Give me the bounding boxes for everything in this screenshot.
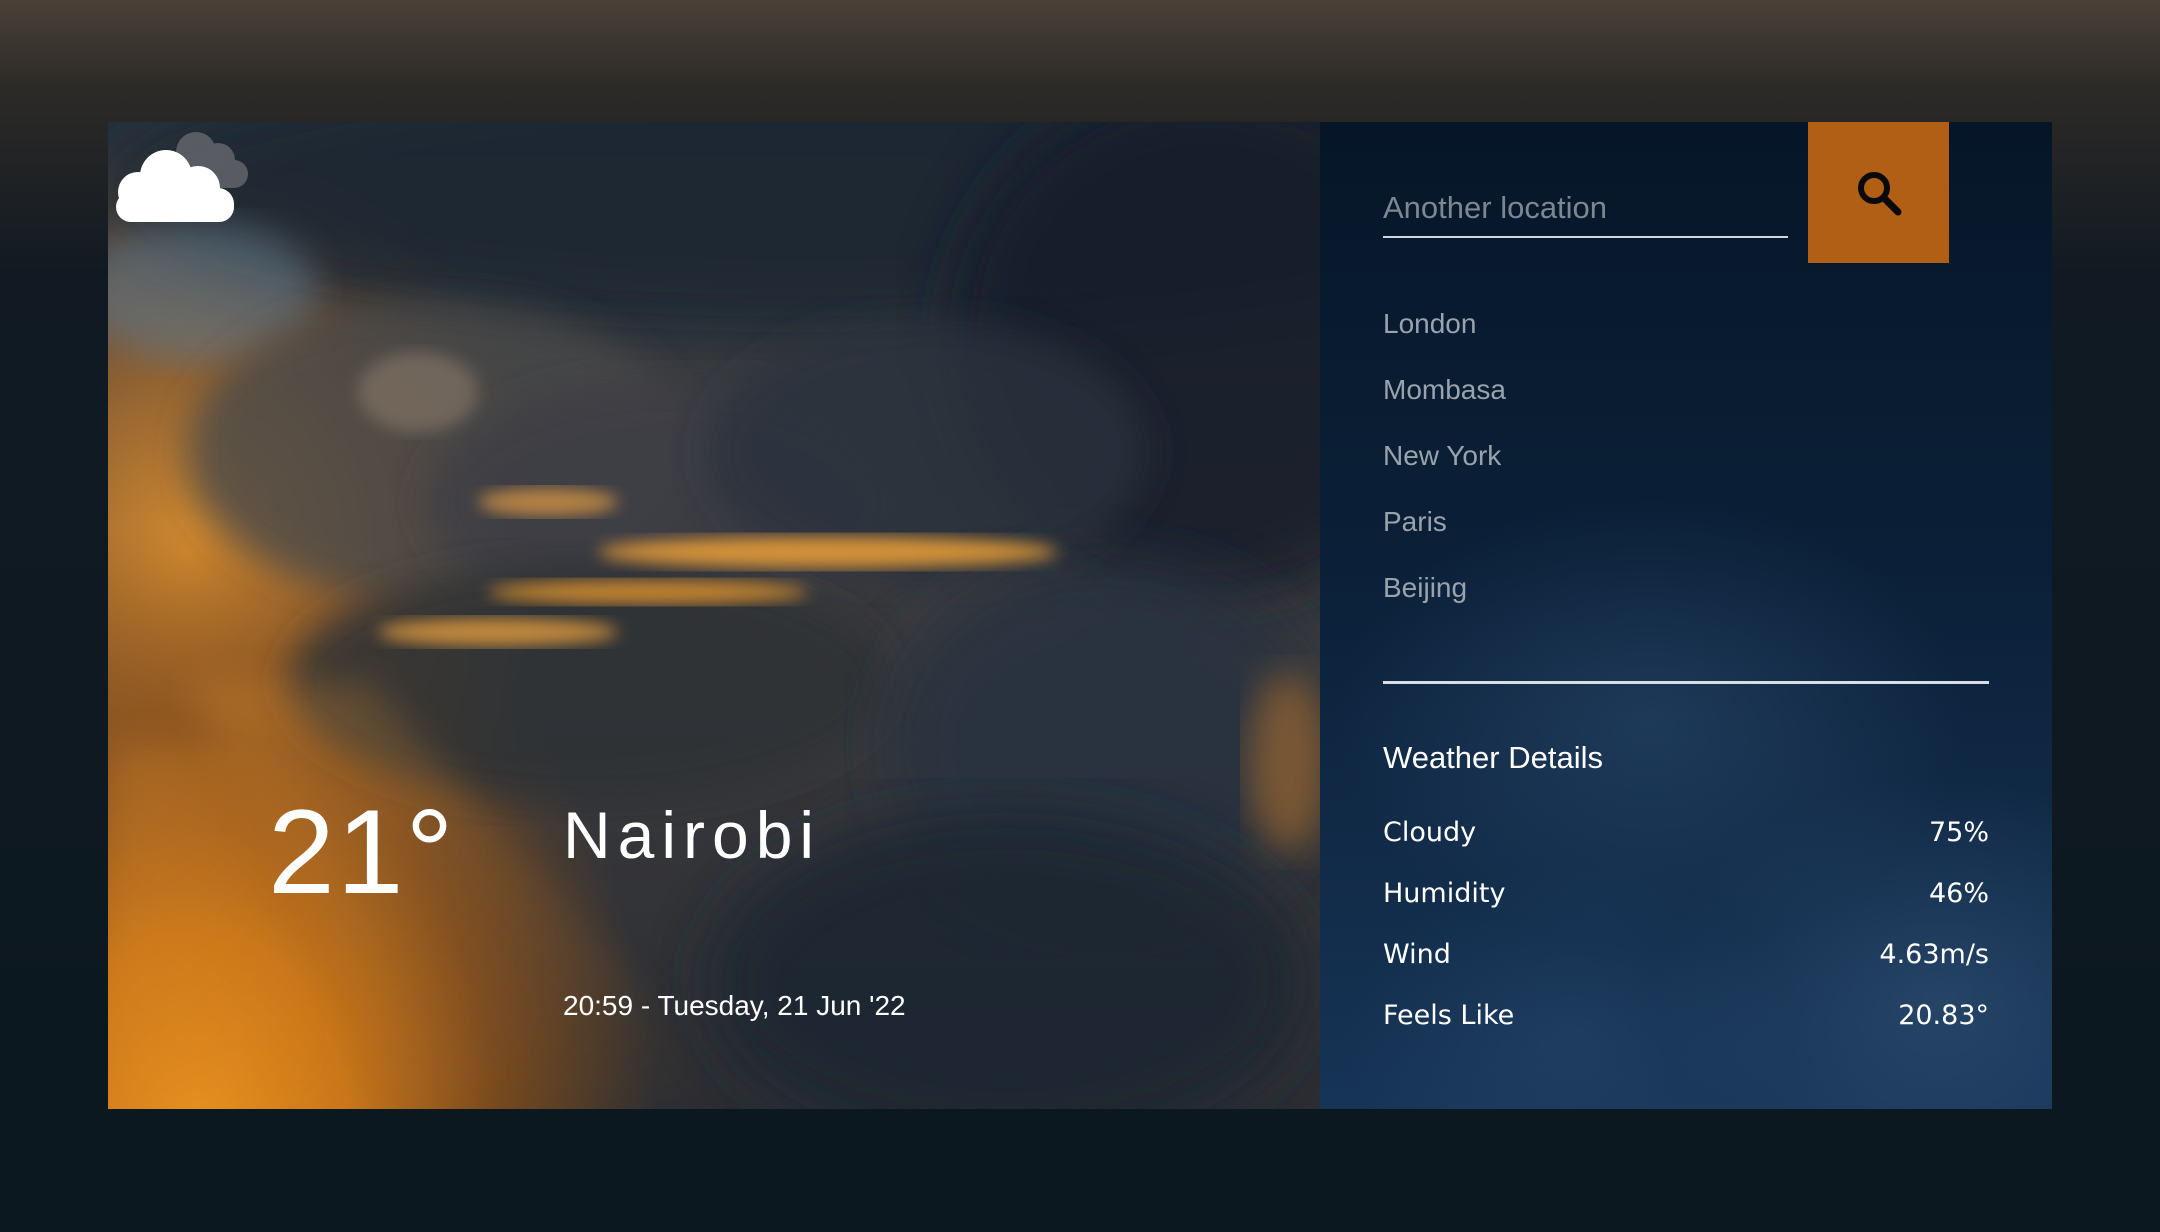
city-item-paris[interactable]: Paris	[1383, 508, 1506, 574]
detail-row-cloudy: Cloudy 75%	[1383, 819, 1989, 880]
cloud-background	[108, 122, 1320, 1109]
weather-details-title: Weather Details	[1383, 740, 1603, 775]
date-time: 20:59 - Tuesday, 21 Jun '22	[563, 990, 906, 1021]
city-item-beijing[interactable]: Beijing	[1383, 574, 1506, 640]
detail-value: 46%	[1928, 878, 1989, 909]
search-button[interactable]	[1808, 122, 1949, 263]
weather-details: Cloudy 75% Humidity 46% Wind 4.63m/s Fee…	[1383, 819, 1989, 1063]
location-search-input[interactable]	[1383, 180, 1788, 238]
detail-label: Feels Like	[1383, 1000, 1515, 1031]
temperature: 21°	[268, 785, 456, 919]
detail-label: Wind	[1383, 939, 1451, 970]
city-list: London Mombasa New York Paris Beijing	[1383, 310, 1506, 640]
background-scene: 21° Nairobi 20:59 - Tuesday, 21 Jun '22	[108, 122, 1320, 1109]
detail-label: Cloudy	[1383, 817, 1477, 848]
city-item-new-york[interactable]: New York	[1383, 442, 1506, 508]
city-name: Nairobi	[563, 798, 822, 872]
city-item-london[interactable]: London	[1383, 310, 1506, 376]
weather-app: 21° Nairobi 20:59 - Tuesday, 21 Jun '22	[108, 122, 2052, 1109]
detail-value: 75%	[1928, 817, 1989, 848]
detail-row-humidity: Humidity 46%	[1383, 880, 1989, 941]
detail-value: 20.83°	[1898, 1000, 1989, 1031]
sidebar: London Mombasa New York Paris Beijing We…	[1320, 122, 2052, 1109]
cloud-icon	[116, 132, 248, 222]
city-item-mombasa[interactable]: Mombasa	[1383, 376, 1506, 442]
search-icon	[1857, 171, 1901, 215]
divider	[1383, 681, 1989, 684]
detail-row-wind: Wind 4.63m/s	[1383, 941, 1989, 1002]
detail-row-feels-like: Feels Like 20.83°	[1383, 1002, 1989, 1063]
detail-value: 4.63m/s	[1879, 939, 1989, 970]
detail-label: Humidity	[1383, 878, 1506, 909]
